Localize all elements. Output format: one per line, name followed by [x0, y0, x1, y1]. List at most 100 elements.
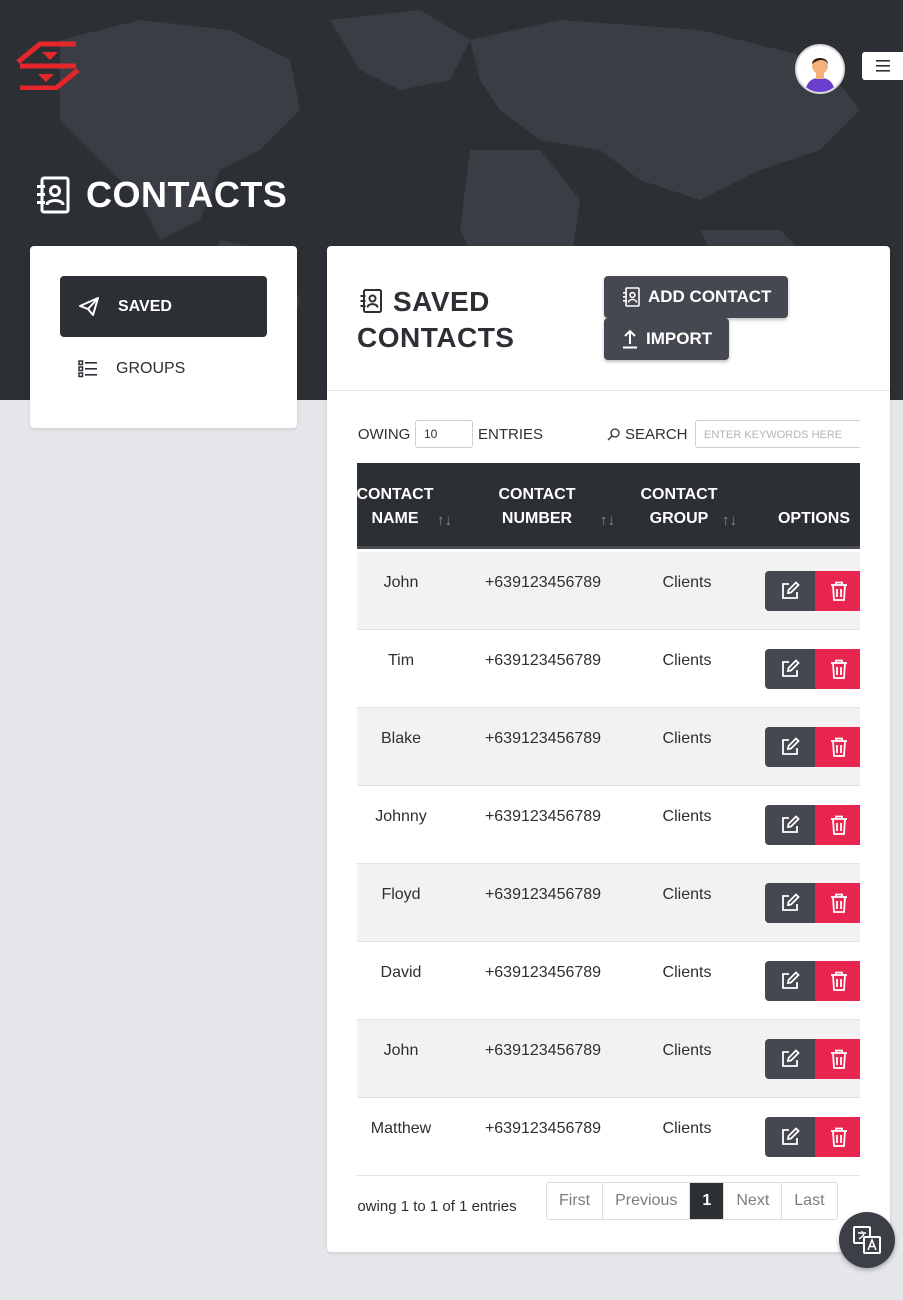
contact-group: Clients: [662, 730, 712, 747]
page-title: CONTACTS: [86, 174, 288, 215]
edit-button[interactable]: [765, 1117, 815, 1157]
user-avatar[interactable]: [795, 44, 845, 94]
pagination-last[interactable]: Last: [782, 1183, 836, 1219]
table-row: John +639123456789 Clients: [357, 552, 860, 630]
contact-group: Clients: [662, 886, 712, 903]
edit-button[interactable]: [765, 883, 815, 923]
delete-button[interactable]: [815, 727, 860, 767]
sort-icon[interactable]: ↑↓: [722, 512, 737, 529]
pagination-first[interactable]: First: [547, 1183, 604, 1219]
contact-name: Blake: [380, 730, 422, 747]
sort-icon[interactable]: ↑↓: [600, 512, 615, 529]
contact-group: Clients: [662, 652, 712, 669]
table-controls: HOWING 10 ENTRIES SEARCH ENTER KEYWORDS …: [357, 420, 860, 450]
table-row: John +639123456789 Clients: [357, 1020, 860, 1098]
card-title-line1: SAVED: [393, 286, 490, 317]
table-row: Floyd +639123456789 Clients: [357, 864, 860, 942]
table-area: HOWING 10 ENTRIES SEARCH ENTER KEYWORDS …: [357, 392, 860, 1252]
contact-number: +639123456789: [484, 886, 602, 903]
page-title-group: CONTACTS: [36, 174, 287, 216]
contact-group: Clients: [662, 964, 712, 981]
edit-button[interactable]: [765, 961, 815, 1001]
edit-icon: [782, 815, 800, 833]
trash-icon: [831, 1049, 847, 1069]
contact-name: Floyd: [381, 886, 421, 903]
pagination-previous[interactable]: Previous: [603, 1183, 691, 1219]
column-header-options: OPTIONS: [777, 510, 850, 527]
import-button[interactable]: IMPORT: [604, 318, 730, 360]
contact-number: +639123456789: [484, 964, 602, 981]
entries-label: ENTRIES: [478, 426, 544, 443]
contact-number: +639123456789: [484, 574, 602, 591]
contact-group: Clients: [662, 1120, 712, 1137]
edit-button[interactable]: [765, 649, 815, 689]
edit-icon: [782, 581, 800, 599]
translate-icon: [853, 1226, 881, 1254]
contact-number: +639123456789: [484, 808, 602, 825]
trash-icon: [831, 659, 847, 679]
search-label: SEARCH: [625, 426, 688, 443]
hamburger-menu-button[interactable]: [862, 52, 903, 80]
contacts-card: SAVED CONTACTS ADD CONTACT IMPORT OWING …: [327, 246, 890, 1252]
trash-icon: [831, 971, 847, 991]
contact-name: Matthew: [370, 1120, 432, 1137]
upload-icon: [623, 329, 637, 349]
card-title: SAVED CONTACTS: [357, 284, 577, 356]
add-contact-button[interactable]: ADD CONTACT: [604, 276, 789, 318]
contact-name: David: [380, 964, 422, 981]
import-label: IMPORT: [646, 329, 713, 348]
contact-name: Johnny: [375, 808, 427, 825]
brand-logo-icon[interactable]: [14, 40, 82, 90]
card-header: SAVED CONTACTS ADD CONTACT IMPORT: [327, 246, 890, 391]
sidebar-card: SAVED GROUPS: [30, 246, 297, 428]
sort-icon[interactable]: ↑↓: [437, 512, 452, 529]
search-input[interactable]: ENTER KEYWORDS HERE: [695, 420, 860, 448]
edit-button[interactable]: [765, 727, 815, 767]
delete-button[interactable]: [815, 805, 860, 845]
table-row: David +639123456789 Clients: [357, 942, 860, 1020]
edit-icon: [782, 659, 800, 677]
showing-label: HOWING: [357, 426, 411, 443]
contact-name: John: [383, 1042, 419, 1059]
pagination-next[interactable]: Next: [724, 1183, 783, 1219]
table-row: Matthew +639123456789 Clients: [357, 1098, 860, 1176]
column-header-number[interactable]: CONTACT NUMBER: [487, 483, 587, 531]
entries-per-page-select[interactable]: 10: [415, 420, 473, 448]
column-header-name[interactable]: CONTACT NAME: [357, 483, 445, 531]
edit-icon: [782, 893, 800, 911]
trash-icon: [831, 737, 847, 757]
contact-number: +639123456789: [484, 1120, 602, 1137]
hamburger-icon: [875, 60, 890, 72]
paper-plane-icon: [79, 296, 99, 316]
table-row: Tim +639123456789 Clients: [357, 630, 860, 708]
delete-button[interactable]: [815, 961, 860, 1001]
trash-icon: [831, 1127, 847, 1147]
delete-button[interactable]: [815, 649, 860, 689]
edit-icon: [782, 971, 800, 989]
contact-name: John: [383, 574, 419, 591]
delete-button[interactable]: [815, 571, 860, 611]
edit-button[interactable]: [765, 571, 815, 611]
delete-button[interactable]: [815, 1117, 860, 1157]
edit-icon: [782, 1127, 800, 1145]
delete-button[interactable]: [815, 1039, 860, 1079]
translate-button[interactable]: [839, 1212, 895, 1268]
sidebar-item-saved[interactable]: SAVED: [60, 276, 267, 337]
trash-icon: [831, 815, 847, 835]
edit-button[interactable]: [765, 805, 815, 845]
contact-number: +639123456789: [484, 652, 602, 669]
search-label-group: SEARCH: [607, 426, 688, 443]
card-title-line2: CONTACTS: [357, 322, 515, 353]
trash-icon: [831, 893, 847, 913]
edit-button[interactable]: [765, 1039, 815, 1079]
pagination-page-1[interactable]: 1: [690, 1183, 725, 1219]
contact-group: Clients: [662, 574, 712, 591]
table-row: Blake +639123456789 Clients: [357, 708, 860, 786]
avatar-icon: [797, 46, 843, 92]
column-header-group[interactable]: CONTACT GROUP: [629, 483, 729, 531]
list-icon: [78, 359, 97, 377]
delete-button[interactable]: [815, 883, 860, 923]
table-header: CONTACT NAME ↑↓ CONTACT NUMBER ↑↓ CONTAC…: [357, 463, 860, 549]
sidebar-item-groups[interactable]: GROUPS: [60, 338, 267, 399]
sidebar-item-label: GROUPS: [116, 359, 186, 377]
